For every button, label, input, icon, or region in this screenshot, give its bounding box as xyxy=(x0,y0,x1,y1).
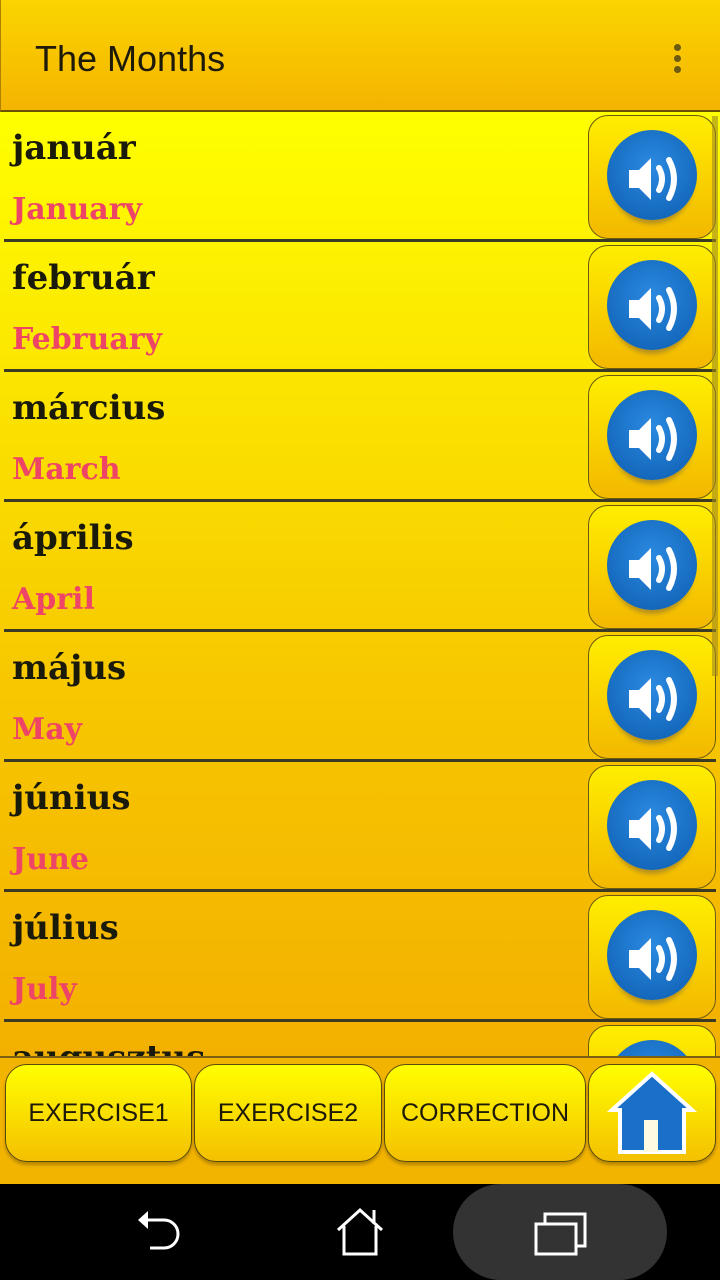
speaker-icon xyxy=(629,417,677,461)
english-translation: July xyxy=(12,972,77,1007)
word-row[interactable]: március March xyxy=(4,372,716,502)
hungarian-word: június xyxy=(12,778,131,818)
scrollbar[interactable] xyxy=(712,116,718,676)
more-vert-icon[interactable] xyxy=(669,44,685,80)
word-row[interactable]: július July xyxy=(4,892,716,1022)
play-audio-button[interactable] xyxy=(588,765,716,889)
word-row[interactable]: január January xyxy=(4,112,716,242)
speaker-icon xyxy=(629,287,677,331)
hungarian-word: január xyxy=(12,128,136,168)
play-audio-button[interactable] xyxy=(588,245,716,369)
play-audio-button[interactable] xyxy=(588,635,716,759)
english-translation: May xyxy=(12,712,83,747)
correction-button[interactable]: CORRECTION xyxy=(384,1064,586,1162)
english-translation: April xyxy=(12,582,95,617)
play-audio-button[interactable] xyxy=(588,1025,716,1056)
play-audio-button[interactable] xyxy=(588,895,716,1019)
hungarian-word: március xyxy=(12,388,166,428)
word-list[interactable]: január January február February március … xyxy=(0,112,720,1056)
back-icon[interactable] xyxy=(136,1208,186,1254)
system-nav-bar xyxy=(0,1184,720,1280)
word-row[interactable]: június June xyxy=(4,762,716,892)
recent-apps-icon[interactable] xyxy=(533,1210,587,1256)
english-translation: January xyxy=(12,192,142,227)
home-icon xyxy=(606,1071,698,1154)
exercise1-button[interactable]: EXERCISE1 xyxy=(5,1064,192,1162)
speaker-icon xyxy=(609,1046,695,1056)
speaker-icon xyxy=(629,807,677,851)
app-bar: The Months xyxy=(0,0,720,112)
hungarian-word: május xyxy=(12,648,127,688)
play-audio-button[interactable] xyxy=(588,505,716,629)
home-button[interactable] xyxy=(588,1064,716,1162)
english-translation: June xyxy=(12,842,89,877)
play-audio-button[interactable] xyxy=(588,115,716,239)
speaker-icon xyxy=(629,547,677,591)
word-row[interactable]: augusztus August xyxy=(4,1022,716,1056)
hungarian-word: július xyxy=(12,908,119,948)
hungarian-word: augusztus xyxy=(12,1038,205,1056)
home-nav-icon[interactable] xyxy=(334,1206,386,1258)
english-translation: February xyxy=(12,322,163,357)
word-row[interactable]: február February xyxy=(4,242,716,372)
page-title: The Months xyxy=(35,38,226,79)
hungarian-word: február xyxy=(12,258,155,298)
word-row[interactable]: május May xyxy=(4,632,716,762)
exercise2-button[interactable]: EXERCISE2 xyxy=(194,1064,382,1162)
speaker-icon xyxy=(629,157,677,201)
play-audio-button[interactable] xyxy=(588,375,716,499)
speaker-icon xyxy=(629,677,677,721)
speaker-icon xyxy=(629,937,677,981)
bottom-bar: EXERCISE1 EXERCISE2 CORRECTION xyxy=(0,1056,720,1184)
word-row[interactable]: április April xyxy=(4,502,716,632)
hungarian-word: április xyxy=(12,518,134,558)
english-translation: March xyxy=(12,452,121,487)
